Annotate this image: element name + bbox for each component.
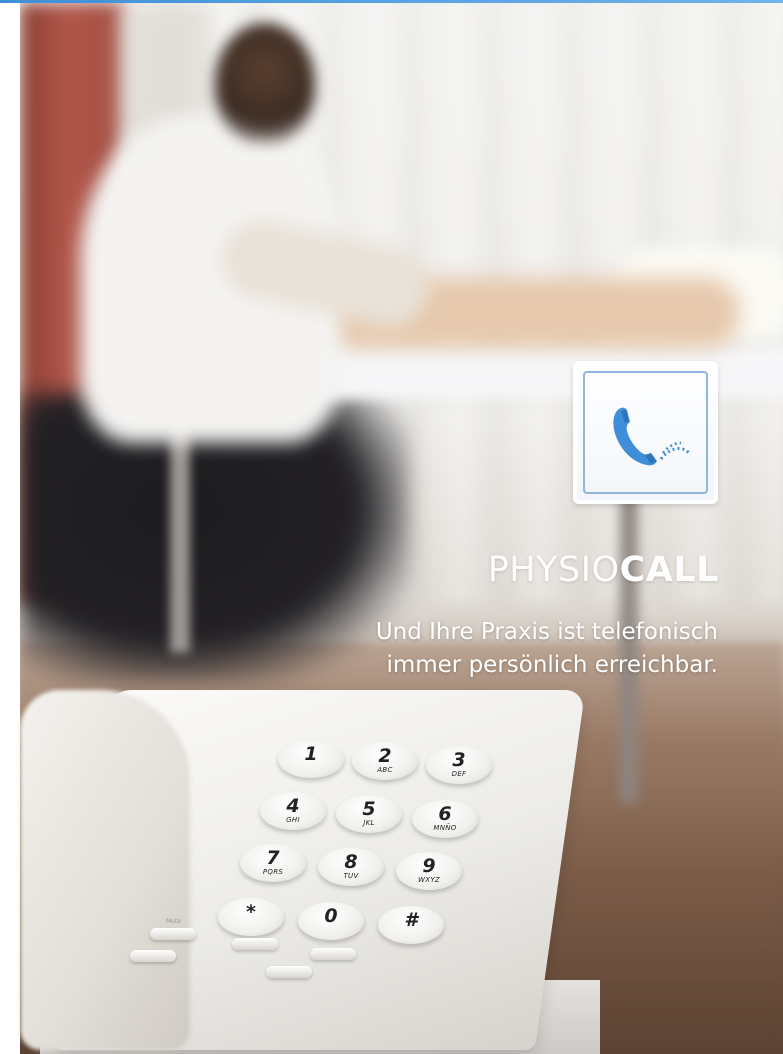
left-margin — [0, 3, 20, 1054]
brand-title-part2: CALL — [619, 550, 719, 590]
brand-title-part1: PHYSIO — [487, 550, 620, 590]
phone-handset — [20, 690, 190, 1050]
function-button[interactable] — [310, 948, 356, 960]
brand-title: PHYSIOCALL — [488, 548, 719, 592]
key-8[interactable]: 8 TUV — [318, 848, 384, 886]
key-2[interactable]: 2 ABC — [352, 742, 418, 780]
telephone-handset-icon — [613, 407, 691, 466]
function-button[interactable] — [266, 966, 312, 978]
key-4[interactable]: 4 GHI — [260, 792, 326, 830]
tagline-line-2: immer persönlich erreichbar. — [386, 652, 718, 678]
mute-label: Mute — [166, 918, 182, 925]
function-button[interactable] — [130, 950, 176, 962]
key-5[interactable]: 5 JKL — [336, 795, 402, 833]
key-star[interactable]: * — [218, 898, 284, 936]
key-1[interactable]: 1 — [278, 740, 344, 778]
key-hash[interactable]: # — [378, 906, 444, 944]
mute-button[interactable] — [150, 928, 196, 940]
key-9[interactable]: 9 WXYZ — [396, 852, 462, 890]
therapist-head — [215, 23, 315, 143]
function-button[interactable] — [232, 938, 278, 950]
poster: 1 2 ABC 3 DEF 4 GHI 5 JKL 6 MNÑO 7 PQRS 8 TUV 9… — [0, 0, 783, 1054]
key-3[interactable]: 3 DEF — [426, 746, 492, 784]
key-7[interactable]: 7 PQRS — [240, 844, 306, 882]
key-6[interactable]: 6 MNÑO — [412, 800, 478, 838]
key-0[interactable]: 0 — [298, 902, 364, 940]
logo-frame — [583, 371, 708, 494]
desk-telephone: 1 2 ABC 3 DEF 4 GHI 5 JKL 6 MNÑO 7 PQRS 8 TUV 9… — [20, 650, 600, 1054]
phone-keypad: 1 2 ABC 3 DEF 4 GHI 5 JKL 6 MNÑO 7 PQRS 8 TUV 9… — [200, 740, 500, 970]
tagline: Und Ihre Praxis ist telefonisch immer pe… — [376, 616, 718, 682]
tagline-line-1: Und Ihre Praxis ist telefonisch — [375, 619, 718, 645]
physiocall-logo — [573, 361, 718, 504]
